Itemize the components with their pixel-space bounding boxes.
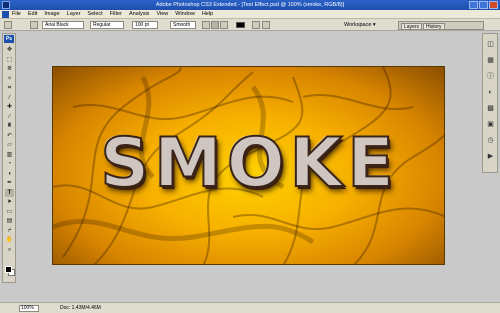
menu-select[interactable]: Select (87, 10, 102, 19)
minimize-button[interactable] (469, 1, 478, 9)
navigator-icon[interactable]: ◫ (486, 40, 495, 49)
ps-menu-icon[interactable] (2, 11, 9, 18)
menu-analysis[interactable]: Analysis (129, 10, 149, 19)
slice-icon[interactable]: ⁄ (5, 94, 14, 102)
window-title: Adobe Photoshop CS3 Extended - [Text Eff… (155, 2, 345, 8)
eyedropper-icon[interactable]: ⌿ (5, 227, 14, 235)
tab-history[interactable]: History (423, 23, 445, 30)
window-controls (469, 1, 498, 9)
document-size-info[interactable]: Doc: 1.43M/4.46M (60, 305, 101, 312)
menu-edit[interactable]: Edit (28, 10, 37, 19)
menu-window[interactable]: Window (175, 10, 195, 19)
dodge-icon[interactable]: ◖ (5, 170, 14, 178)
histogram-icon[interactable]: ▦ (486, 56, 495, 65)
foreground-color-swatch[interactable] (5, 266, 12, 273)
options-bar: Arial Black Regular 100 pt Smooth Worksp… (0, 19, 500, 31)
antialias-select[interactable]: Smooth (170, 21, 196, 29)
crop-icon[interactable]: ⌗ (5, 84, 14, 92)
pen-icon[interactable]: ✒ (5, 179, 14, 187)
blur-icon[interactable]: ◔ (5, 160, 14, 168)
tab-layers[interactable]: Layers (401, 23, 423, 30)
magic-wand-icon[interactable]: ✧ (5, 75, 14, 83)
align-left-icon[interactable] (202, 21, 210, 29)
font-size-input[interactable]: 100 pt (132, 21, 158, 29)
palette-well: Layers History (398, 21, 484, 30)
warp-text-icon[interactable] (252, 21, 260, 29)
info-icon[interactable]: ⓘ (486, 72, 495, 81)
toolbox: Ps ✥ ⬚ ᓬ ✧ ⌗ ⁄ ✚ ∕ ♜ ↶ ▱ ▥ ◔ ◖ ✒ T ➤ ▭ ▤ ⌿ ✋ ⌕ (2, 33, 16, 283)
swatches-icon[interactable]: ▩ (486, 104, 495, 113)
menu-image[interactable]: Image (44, 10, 59, 19)
notes-icon[interactable]: ▤ (5, 217, 14, 225)
lasso-icon[interactable]: ᓬ (5, 65, 14, 73)
workspace-menu[interactable]: Workspace ▾ (344, 21, 376, 29)
marquee-icon[interactable]: ⬚ (5, 56, 14, 64)
hand-icon[interactable]: ✋ (5, 236, 14, 244)
eraser-icon[interactable]: ▱ (5, 141, 14, 149)
palette-dock: ◫ ▦ ⓘ ◐ ▩ ▣ ◷ ▶ (482, 33, 498, 173)
path-selection-icon[interactable]: ➤ (5, 198, 14, 206)
menu-layer[interactable]: Layer (67, 10, 81, 19)
color-icon[interactable]: ◐ (486, 88, 495, 97)
history-brush-icon[interactable]: ↶ (5, 132, 14, 140)
title-bar: Adobe Photoshop CS3 Extended - [Text Eff… (0, 0, 500, 10)
brush-icon[interactable]: ∕ (5, 113, 14, 121)
align-right-icon[interactable] (220, 21, 228, 29)
zoom-icon[interactable]: ⌕ (5, 246, 14, 254)
maximize-button[interactable] (479, 1, 488, 9)
text-orientation-icon[interactable] (30, 21, 38, 29)
actions-icon[interactable]: ▶ (486, 152, 495, 161)
menu-help[interactable]: Help (202, 10, 213, 19)
menu-bar: File Edit Image Layer Select Filter Analysis Vi… (0, 10, 500, 19)
type-icon[interactable]: T (5, 188, 14, 197)
menu-items: File Edit Image Layer Select Filter Analysis Vi… (12, 10, 213, 19)
shape-icon[interactable]: ▭ (5, 208, 14, 216)
move-icon[interactable]: ✥ (5, 46, 14, 54)
clone-stamp-icon[interactable]: ♜ (5, 122, 14, 130)
font-style-select[interactable]: Regular (90, 21, 124, 29)
status-bar: 100% Doc: 1.43M/4.46M (0, 302, 500, 313)
gradient-icon[interactable]: ▥ (5, 151, 14, 159)
document-canvas[interactable]: SMOKE (52, 66, 445, 265)
type-tool-preset-icon[interactable] (4, 21, 12, 29)
menu-filter[interactable]: Filter (110, 10, 122, 19)
font-family-select[interactable]: Arial Black (42, 21, 84, 29)
smoke-text-layer[interactable]: SMOKE (53, 123, 444, 204)
history-icon[interactable]: ◷ (486, 136, 495, 145)
menu-view[interactable]: View (156, 10, 168, 19)
text-color-swatch[interactable] (236, 22, 245, 28)
styles-icon[interactable]: ▣ (486, 120, 495, 129)
toolbox-ps-badge: Ps (4, 35, 14, 43)
menu-file[interactable]: File (12, 10, 21, 19)
healing-brush-icon[interactable]: ✚ (5, 103, 14, 111)
character-palette-icon[interactable] (262, 21, 270, 29)
zoom-level-input[interactable]: 100% (19, 305, 39, 312)
close-button[interactable] (489, 1, 498, 9)
align-center-icon[interactable] (211, 21, 219, 29)
